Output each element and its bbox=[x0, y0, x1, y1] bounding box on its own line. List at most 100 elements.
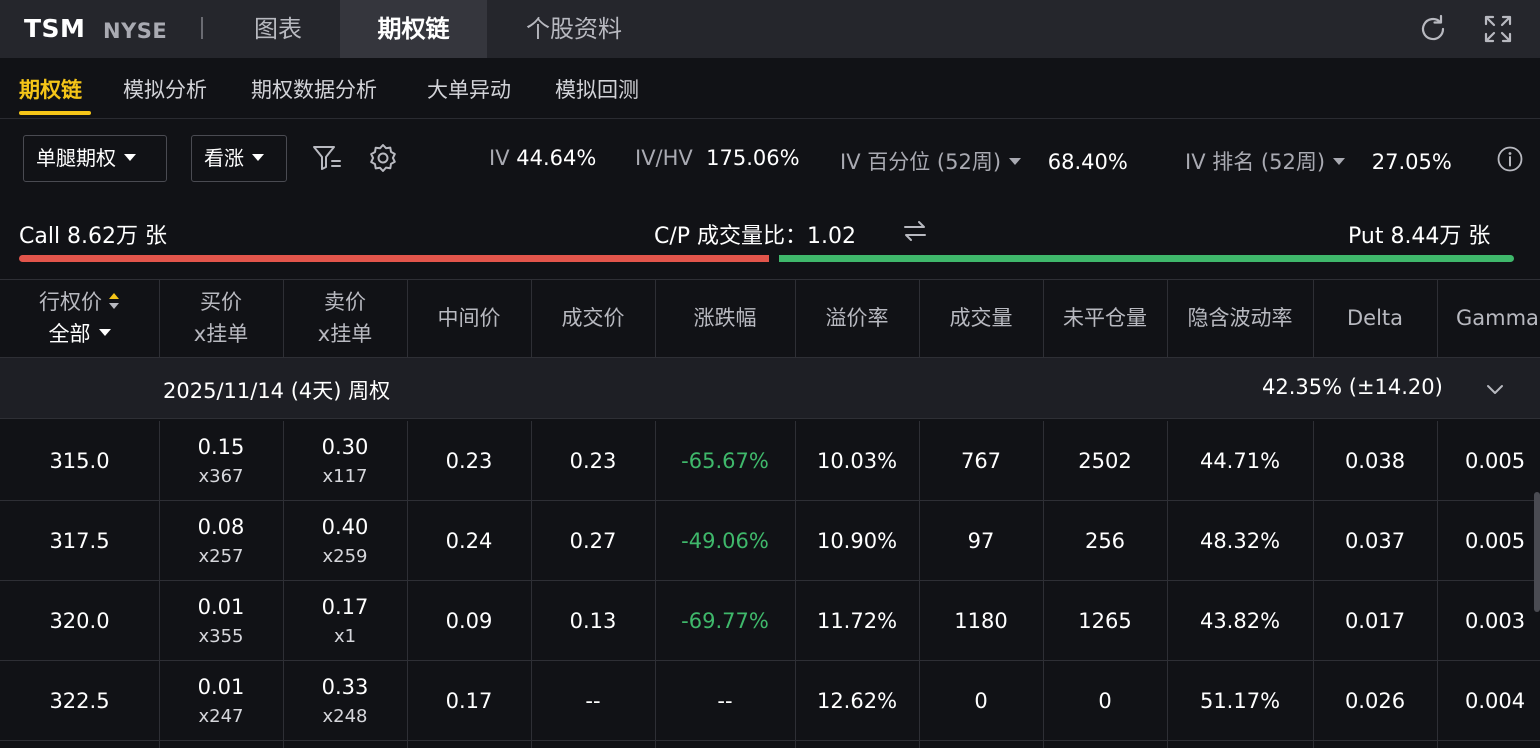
strike-header-label[interactable]: 行权价 bbox=[39, 290, 102, 314]
gamma-cell: 0.005 bbox=[1465, 529, 1526, 553]
exchange-label: NYSE bbox=[103, 19, 168, 43]
change-header: 涨跌幅 bbox=[693, 305, 757, 330]
tab-chart[interactable]: 图表 bbox=[218, 0, 338, 58]
column-separator bbox=[159, 280, 160, 357]
iv-rank-metric[interactable]: IV 排名 (52周) 27.05% bbox=[1185, 146, 1452, 176]
mid-price-cell: 0.09 bbox=[445, 609, 493, 633]
ask-cell[interactable]: 0.33 x248 bbox=[283, 661, 407, 741]
refresh-icon[interactable] bbox=[1417, 13, 1449, 45]
table-row[interactable]: 322.5 0.01 x247 0.33 x248 0.17 -- -- 12.62… bbox=[0, 661, 1540, 741]
ticker-symbol: TSM bbox=[24, 14, 86, 43]
ask-price: 0.17 bbox=[321, 594, 369, 619]
bid-size: x367 bbox=[198, 465, 244, 487]
change-cell: -- bbox=[717, 689, 733, 713]
bid-header-line1: 买价 bbox=[200, 290, 242, 314]
bid-size: x247 bbox=[198, 705, 244, 727]
strategy-select[interactable]: 单腿期权 bbox=[23, 135, 167, 182]
swap-icon[interactable] bbox=[902, 220, 928, 242]
strike-cell: 315.0 bbox=[49, 449, 110, 473]
direction-select[interactable]: 看涨 bbox=[191, 135, 287, 182]
chevron-down-icon bbox=[124, 154, 136, 161]
open-interest-header: 未平仓量 bbox=[1063, 305, 1147, 330]
ask-size: x117 bbox=[322, 465, 368, 487]
subtab-option-data-analysis[interactable]: 期权数据分析 bbox=[251, 74, 377, 104]
last-price-cell: 0.13 bbox=[569, 609, 617, 633]
open-interest-cell: 1265 bbox=[1078, 609, 1132, 633]
volume-cell: 767 bbox=[960, 449, 1002, 473]
implied-volatility-cell: 51.17% bbox=[1199, 689, 1281, 713]
strike-cell: 322.5 bbox=[49, 689, 110, 713]
put-volume-bar bbox=[779, 255, 1514, 262]
expiry-group-row[interactable]: 2025/11/14 (4天) 周权 42.35% (±14.20) bbox=[0, 357, 1540, 419]
strategy-select-value: 单腿期权 bbox=[36, 146, 116, 170]
gear-icon[interactable] bbox=[367, 142, 399, 174]
direction-select-value: 看涨 bbox=[204, 146, 244, 170]
ask-cell[interactable]: 0.40 x259 bbox=[283, 501, 407, 581]
column-separator bbox=[283, 280, 284, 357]
subtab-option-chain[interactable]: 期权链 bbox=[19, 74, 82, 104]
ask-cell[interactable]: 0.30 x117 bbox=[283, 421, 407, 501]
mid-price-header: 中间价 bbox=[437, 305, 501, 330]
table-row[interactable]: 320.0 0.01 x355 0.17 x1 0.09 0.13 -69.77% … bbox=[0, 581, 1540, 661]
info-icon[interactable] bbox=[1496, 145, 1524, 173]
delta-header: Delta bbox=[1346, 305, 1404, 330]
active-subtab-indicator bbox=[19, 111, 91, 115]
iv-percentile-metric[interactable]: IV 百分位 (52周) 68.40% bbox=[840, 146, 1128, 176]
iv-percentile-label[interactable]: IV 百分位 (52周) bbox=[840, 150, 1001, 174]
bid-cell[interactable]: 0.01 x355 bbox=[159, 581, 283, 661]
iv-rank-label[interactable]: IV 排名 (52周) bbox=[1185, 150, 1325, 174]
volume-header: 成交量 bbox=[949, 305, 1013, 330]
mid-price-cell: 0.17 bbox=[445, 689, 493, 713]
bid-price: 0.01 bbox=[197, 674, 245, 699]
strike-header[interactable]: 行权价 全部 bbox=[0, 280, 159, 357]
strike-filter[interactable]: 全部 bbox=[49, 322, 91, 346]
column-separator bbox=[1437, 421, 1438, 748]
vertical-scrollbar[interactable] bbox=[1534, 492, 1540, 612]
sort-icon[interactable] bbox=[108, 292, 120, 310]
premium-cell: 10.03% bbox=[816, 449, 898, 473]
column-separator bbox=[795, 421, 796, 748]
ask-size: x248 bbox=[322, 705, 368, 727]
column-separator bbox=[919, 280, 920, 357]
chevron-down-icon bbox=[1333, 157, 1346, 165]
bid-cell[interactable]: 0.15 x367 bbox=[159, 421, 283, 501]
bid-header-line2: x挂单 bbox=[193, 321, 249, 346]
implied-volatility-cell: 43.82% bbox=[1199, 609, 1281, 633]
column-separator bbox=[407, 421, 408, 748]
subtab-backtest[interactable]: 模拟回测 bbox=[555, 74, 639, 104]
change-cell: -69.77% bbox=[681, 609, 769, 633]
column-separator bbox=[1167, 280, 1168, 357]
gamma-cell: 0.004 bbox=[1465, 689, 1526, 713]
subtab-simulation[interactable]: 模拟分析 bbox=[123, 74, 207, 104]
table-row[interactable]: 315.0 0.15 x367 0.30 x117 0.23 0.23 -65.67… bbox=[0, 421, 1540, 501]
ask-size: x259 bbox=[322, 545, 368, 567]
tab-stock-profile[interactable]: 个股资料 bbox=[500, 0, 648, 58]
table-row[interactable]: 317.5 0.08 x257 0.40 x259 0.24 0.27 -49.06… bbox=[0, 501, 1540, 581]
bid-cell[interactable]: 0.01 x247 bbox=[159, 661, 283, 741]
tab-option-chain[interactable]: 期权链 bbox=[340, 0, 487, 58]
column-separator bbox=[1167, 421, 1168, 748]
bid-price: 0.08 bbox=[197, 514, 245, 539]
implied-volatility-header: 隐含波动率 bbox=[1187, 305, 1293, 330]
open-interest-cell: 256 bbox=[1084, 529, 1126, 553]
column-separator bbox=[795, 280, 796, 357]
bid-cell[interactable]: 0.08 x257 bbox=[159, 501, 283, 581]
iv-label: IV bbox=[489, 146, 510, 170]
bid-size: x355 bbox=[198, 625, 244, 647]
bid-header: 买价 x挂单 bbox=[159, 280, 283, 357]
iv-percentile-value: 68.40% bbox=[1047, 150, 1128, 174]
filter-icon[interactable] bbox=[311, 142, 343, 174]
fullscreen-icon[interactable] bbox=[1482, 13, 1514, 45]
ask-header: 卖价 x挂单 bbox=[283, 280, 407, 357]
subtab-block-trades[interactable]: 大单异动 bbox=[427, 74, 511, 104]
chevron-down-icon[interactable] bbox=[1484, 378, 1506, 400]
chevron-down-icon bbox=[252, 154, 264, 161]
ask-price: 0.40 bbox=[321, 514, 369, 539]
last-price-cell: -- bbox=[585, 689, 601, 713]
column-separator bbox=[1313, 421, 1314, 748]
bid-price: 0.15 bbox=[197, 434, 245, 459]
volume-cell: 97 bbox=[967, 529, 995, 553]
ask-cell[interactable]: 0.17 x1 bbox=[283, 581, 407, 661]
volume-cell: 0 bbox=[974, 689, 988, 713]
mid-price-cell: 0.24 bbox=[445, 529, 493, 553]
